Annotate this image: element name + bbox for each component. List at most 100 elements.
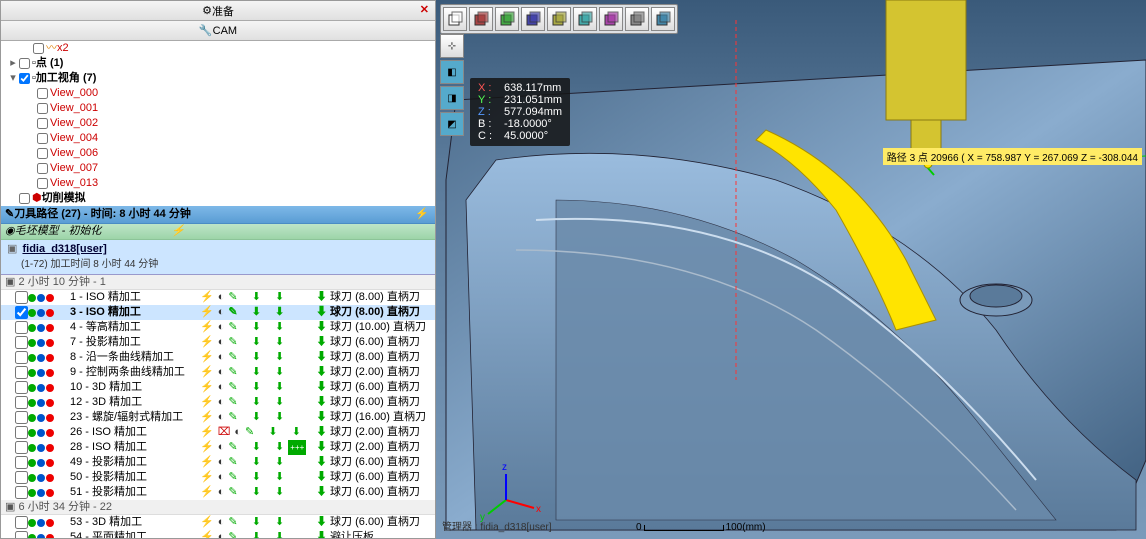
toolpath-header[interactable]: ✎ 刀具路径 (27) - 时间: 8 小时 44 分钟 ⚡ <box>1 206 435 224</box>
checkbox[interactable] <box>15 291 28 304</box>
checkbox[interactable] <box>15 456 28 469</box>
checkbox[interactable] <box>19 193 30 204</box>
checkbox[interactable] <box>15 351 28 364</box>
checkbox[interactable] <box>15 306 28 319</box>
operation-row[interactable]: 26 - ISO 精加工⚡⌧◐✎ ⬇ ⬇⬇ 球刀 (2.00) 直柄刀 <box>1 425 435 440</box>
back-view-button[interactable] <box>495 7 519 31</box>
pencil-icon: ✎ <box>228 455 237 470</box>
operation-row[interactable]: 50 - 投影精加工⚡◐✎ ⬇ ⬇⬇ 球刀 (6.00) 直柄刀 <box>1 470 435 485</box>
operation-row[interactable]: 49 - 投影精加工⚡◐✎ ⬇ ⬇⬇ 球刀 (6.00) 直柄刀 <box>1 455 435 470</box>
time-group-2[interactable]: ▣ 6 小时 34 分钟 - 22 <box>1 500 435 515</box>
bolt-icon: ⚡ <box>200 455 214 470</box>
operation-row[interactable]: 54 - 平面精加工⚡◐✎ ⬇ ⬇⬇ 避让压板 <box>1 530 435 538</box>
expander-icon[interactable]: ▾ <box>7 71 19 86</box>
checkbox[interactable] <box>37 133 48 144</box>
operation-row[interactable]: 53 - 3D 精加工⚡◐✎ ⬇ ⬇⬇ 球刀 (6.00) 直柄刀 <box>1 515 435 530</box>
checkbox[interactable] <box>15 381 28 394</box>
iso-view-button[interactable] <box>625 7 649 31</box>
tool-arrow-icon: ⬇ <box>268 425 277 440</box>
bolt-icon: ⚡ <box>200 365 214 380</box>
viewport-3d[interactable]: ⊹ ◧ ◨ ◩ X :638.117mm Y :231.051mm Z :577… <box>436 0 1146 539</box>
op-tool: ⬇ 球刀 (2.00) 直柄刀 <box>316 365 435 380</box>
axes-toggle-button[interactable]: ⊹ <box>440 34 464 58</box>
operation-row[interactable]: 9 - 控制两条曲线精加工⚡◐✎ ⬇ ⬇⬇ 球刀 (2.00) 直柄刀 <box>1 365 435 380</box>
operation-row[interactable]: 12 - 3D 精加工⚡◐✎ ⬇ ⬇⬇ 球刀 (6.00) 直柄刀 <box>1 395 435 410</box>
operation-row[interactable]: 4 - 等高精加工⚡◐✎ ⬇ ⬇⬇ 球刀 (10.00) 直柄刀 <box>1 320 435 335</box>
left-view-button[interactable] <box>521 7 545 31</box>
tool-arrow-icon: ⬇ <box>252 350 261 365</box>
checkbox[interactable] <box>15 516 28 529</box>
checkbox[interactable] <box>15 321 28 334</box>
operation-row[interactable]: 28 - ISO 精加工⚡◐✎ ⬇ ⬇+++⬇ 球刀 (2.00) 直柄刀 <box>1 440 435 455</box>
checkbox[interactable] <box>37 148 48 159</box>
operation-row[interactable]: 1 - ISO 精加工⚡◐✎ ⬇ ⬇⬇ 球刀 (8.00) 直柄刀 <box>1 290 435 305</box>
right-view-button[interactable] <box>547 7 571 31</box>
checkbox[interactable] <box>15 396 28 409</box>
tree-container[interactable]: 〰 x2 ▸ ▫ 点 (1) ▾ ▫ 加工视角 (7) View_000View… <box>1 41 435 538</box>
checkbox[interactable] <box>37 103 48 114</box>
cube-3-button[interactable]: ◩ <box>440 112 464 136</box>
tree-item-x2[interactable]: 〰 x2 <box>1 41 435 56</box>
tree-item-sim[interactable]: ⬢ 切削模拟 <box>1 191 435 206</box>
operation-row[interactable]: 23 - 螺旋/辐射式精加工⚡◐✎ ⬇ ⬇⬇ 球刀 (16.00) 直柄刀 <box>1 410 435 425</box>
checkbox[interactable] <box>37 88 48 99</box>
checkbox[interactable] <box>37 118 48 129</box>
close-icon[interactable]: ✕ <box>420 3 429 16</box>
checkbox[interactable] <box>33 43 44 54</box>
side-toolbar: ⊹ ◧ ◨ ◩ <box>440 34 464 136</box>
checkbox[interactable] <box>15 426 28 439</box>
op-status: ⚡◐✎ ⬇ ⬇ <box>200 515 316 530</box>
checkbox[interactable] <box>37 163 48 174</box>
checkbox[interactable] <box>19 58 30 69</box>
checkbox[interactable] <box>15 411 28 424</box>
checkbox[interactable] <box>15 366 28 379</box>
tree-item-view[interactable]: View_013 <box>1 176 435 191</box>
tree-item-view[interactable]: View_002 <box>1 116 435 131</box>
pencil-icon: ✎ <box>228 395 237 410</box>
tool-arrow-icon: ⬇ <box>252 515 261 530</box>
checkbox[interactable] <box>15 336 28 349</box>
tree-item-view[interactable]: View_004 <box>1 131 435 146</box>
top-view-button[interactable] <box>573 7 597 31</box>
op-tool: ⬇ 避让压板 <box>316 530 435 538</box>
pencil-icon: ✎ <box>228 410 237 425</box>
tree-item-view[interactable]: View_006 <box>1 146 435 161</box>
op-status: ⚡◐✎ ⬇ ⬇ <box>200 290 316 305</box>
checkbox[interactable] <box>15 486 28 499</box>
checkbox[interactable] <box>37 178 48 189</box>
tree-item-view[interactable]: View_007 <box>1 161 435 176</box>
operation-row[interactable]: 8 - 沿一条曲线精加工⚡◐✎ ⬇ ⬇⬇ 球刀 (8.00) 直柄刀 <box>1 350 435 365</box>
target-icon: ◐ <box>218 440 225 455</box>
tree-item-views[interactable]: ▾ ▫ 加工视角 (7) <box>1 71 435 86</box>
checkbox[interactable] <box>15 441 28 454</box>
operation-row[interactable]: 7 - 投影精加工⚡◐✎ ⬇ ⬇⬇ 球刀 (6.00) 直柄刀 <box>1 335 435 350</box>
cube-2-button[interactable]: ◨ <box>440 86 464 110</box>
target-icon: ◐ <box>218 365 225 380</box>
target-icon: ◐ <box>218 485 225 500</box>
op-icons <box>28 309 70 317</box>
tree-item-view[interactable]: View_001 <box>1 101 435 116</box>
cube-1-button[interactable]: ◧ <box>440 60 464 84</box>
op-name: 54 - 平面精加工 <box>70 530 200 538</box>
pencil-icon: ✎ <box>245 425 254 440</box>
toolpath-title: 刀具路径 (27) - 时间: 8 小时 44 分钟 <box>14 207 191 222</box>
tree-item-points[interactable]: ▸ ▫ 点 (1) <box>1 56 435 71</box>
fidia-header[interactable]: ▣ fidia_d318[user] (1-72) 加工时间 8 小时 44 分… <box>1 240 435 275</box>
time-group-1[interactable]: ▣ 2 小时 10 分钟 - 1 <box>1 275 435 290</box>
stock-header[interactable]: ◉ 毛坯模型 - 初始化 ⚡ <box>1 224 435 240</box>
checkbox[interactable] <box>15 471 28 484</box>
operation-row[interactable]: 10 - 3D 精加工⚡◐✎ ⬇ ⬇⬇ 球刀 (6.00) 直柄刀 <box>1 380 435 395</box>
fit-view-button[interactable] <box>651 7 675 31</box>
operation-row[interactable]: 3 - ISO 精加工⚡◐✎ ⬇ ⬇⬇ 球刀 (8.00) 直柄刀 <box>1 305 435 320</box>
collapse-icon[interactable]: ▣ <box>5 275 15 290</box>
operation-row[interactable]: 51 - 投影精加工⚡◐✎ ⬇ ⬇⬇ 球刀 (6.00) 直柄刀 <box>1 485 435 500</box>
bottom-view-button[interactable] <box>599 7 623 31</box>
home-view-button[interactable] <box>443 7 467 31</box>
tree-item-view[interactable]: View_000 <box>1 86 435 101</box>
expander-icon[interactable]: ▸ <box>7 56 19 71</box>
collapse-icon[interactable]: ▣ <box>5 500 15 515</box>
cam-icon: 🔧 <box>199 24 213 37</box>
front-view-button[interactable] <box>469 7 493 31</box>
checkbox[interactable] <box>15 531 28 538</box>
checkbox[interactable] <box>19 73 30 84</box>
